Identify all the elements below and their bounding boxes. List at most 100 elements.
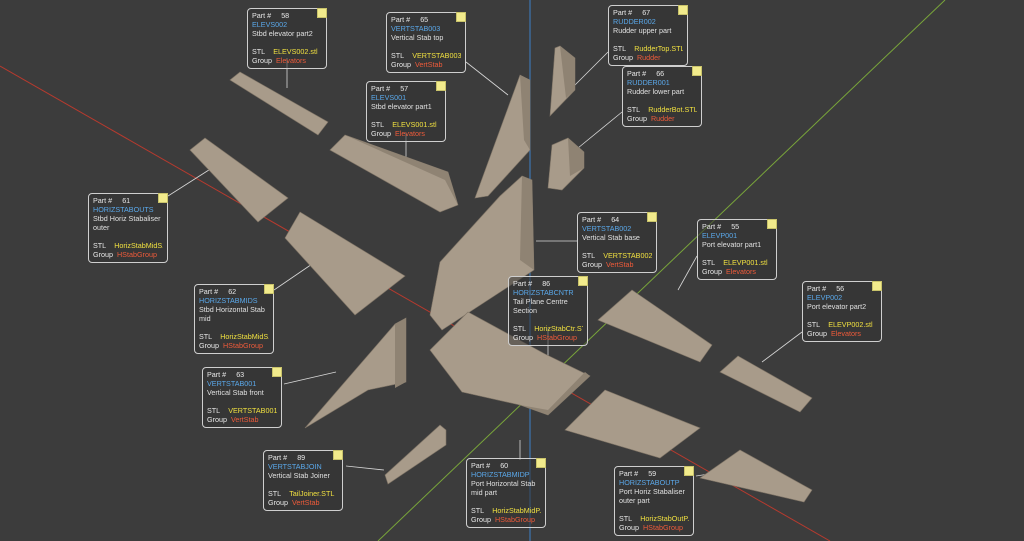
group-name: HStabGroup xyxy=(494,515,535,524)
note-icon[interactable] xyxy=(684,466,694,476)
note-icon[interactable] xyxy=(872,281,882,291)
part-vertstabjoin[interactable] xyxy=(384,424,447,485)
part-vertstab002-shade xyxy=(520,176,534,270)
part-label-64[interactable]: Part # 64 VERTSTAB002 Vertical Stab base STL… xyxy=(577,212,657,273)
part-number: 89 xyxy=(297,453,306,462)
part-name: RUDDER001 xyxy=(627,78,670,87)
part-name: VERTSTAB002 xyxy=(582,224,632,233)
part-number-field-label: Part # xyxy=(627,69,647,78)
stl-field-label: STL xyxy=(199,332,213,341)
part-name: VERTSTABJOIN xyxy=(268,462,322,471)
part-label-56[interactable]: Part # 56 ELEVP002 Port elevator part2 STL EL… xyxy=(802,281,882,342)
part-horizstabouts[interactable] xyxy=(189,137,289,223)
part-number: 63 xyxy=(236,370,245,379)
part-description: Stbd Horizontal Stab mid xyxy=(199,305,265,323)
stl-filename: ELEVS002.stl xyxy=(273,47,318,56)
note-icon[interactable] xyxy=(272,367,282,377)
part-description: Rudder lower part xyxy=(627,87,685,96)
group-field-label: Group xyxy=(627,114,647,123)
part-name: ELEVS002 xyxy=(252,20,288,29)
part-label-59[interactable]: Part # 59 HORIZSTABOUTP Port Horiz Stabalis… xyxy=(614,466,694,536)
stl-filename: ELEVS001.stl xyxy=(392,120,437,129)
part-number-field-label: Part # xyxy=(93,196,113,205)
part-number-field-label: Part # xyxy=(268,453,288,462)
note-icon[interactable] xyxy=(264,284,274,294)
part-number: 64 xyxy=(611,215,620,224)
stl-filename: TailJoiner.STL xyxy=(289,489,335,498)
group-field-label: Group xyxy=(513,333,533,342)
part-label-60[interactable]: Part # 60 HORIZSTABMIDP Port Horizontal Sta… xyxy=(466,458,546,528)
stl-field-label: STL xyxy=(207,406,221,415)
part-label-67[interactable]: Part # 67 RUDDER002 Rudder upper part STL Rud… xyxy=(608,5,688,66)
part-number: 59 xyxy=(648,469,657,478)
part-description: Stbd Horiz Stabaliser outer xyxy=(93,214,161,232)
part-label-58[interactable]: Part # 58 ELEVS002 Stbd elevator part2 STL EL… xyxy=(247,8,327,69)
part-label-61[interactable]: Part # 61 HORIZSTABOUTS Stbd Horiz Stabalis… xyxy=(88,193,168,263)
stl-filename: HorizStabMidS.stl xyxy=(220,332,269,341)
part-vertstab001-shade xyxy=(395,318,406,388)
part-number-field-label: Part # xyxy=(582,215,602,224)
part-number-field-label: Part # xyxy=(619,469,639,478)
part-number: 86 xyxy=(542,279,551,288)
part-name: HORIZSTABMIDS xyxy=(199,296,258,305)
group-name: Elevators xyxy=(275,56,306,65)
group-field-label: Group xyxy=(268,498,288,507)
part-label-57[interactable]: Part # 57 ELEVS001 Stbd elevator part1 STL EL… xyxy=(366,81,446,142)
note-icon[interactable] xyxy=(436,81,446,91)
part-label-55[interactable]: Part # 55 ELEVP001 Port elevator part1 STL EL… xyxy=(697,219,777,280)
part-number-field-label: Part # xyxy=(471,461,491,470)
stl-filename: HorizStabMidP.stl xyxy=(492,506,541,515)
part-horizstaboutp[interactable] xyxy=(699,449,813,503)
part-elevp001[interactable] xyxy=(597,289,713,363)
part-horizstabmids[interactable] xyxy=(284,211,406,316)
3d-viewport[interactable]: Part # 58 ELEVS002 Stbd elevator part2 STL EL… xyxy=(0,0,1024,541)
note-icon[interactable] xyxy=(692,66,702,76)
part-number-field-label: Part # xyxy=(702,222,722,231)
stl-filename: HorizStabOutP.stl xyxy=(640,514,689,523)
part-number-field-label: Part # xyxy=(252,11,272,20)
group-name: HStabGroup xyxy=(536,333,577,342)
note-icon[interactable] xyxy=(647,212,657,222)
part-description: Stbd elevator part2 xyxy=(252,29,313,38)
part-label-62[interactable]: Part # 62 HORIZSTABMIDS Stbd Horizontal Sta… xyxy=(194,284,274,354)
part-number-field-label: Part # xyxy=(199,287,219,296)
part-number-field-label: Part # xyxy=(371,84,391,93)
note-icon[interactable] xyxy=(333,450,343,460)
group-field-label: Group xyxy=(613,53,633,62)
part-description: Tail Plane Centre Section xyxy=(513,297,568,315)
part-horizstabmidp[interactable] xyxy=(564,389,701,459)
group-name: Elevators xyxy=(394,129,425,138)
part-label-86[interactable]: Part # 86 HORIZSTABCNTR Tail Plane Centre S… xyxy=(508,276,588,346)
part-number: 62 xyxy=(228,287,237,296)
note-icon[interactable] xyxy=(578,276,588,286)
group-field-label: Group xyxy=(807,329,827,338)
part-label-65[interactable]: Part # 65 VERTSTAB003 Vertical Stab top STL V… xyxy=(386,12,466,73)
part-label-66[interactable]: Part # 66 RUDDER001 Rudder lower part STL Rud… xyxy=(622,66,702,127)
note-icon[interactable] xyxy=(317,8,327,18)
stl-field-label: STL xyxy=(807,320,821,329)
part-name: ELEVS001 xyxy=(371,93,407,102)
note-icon[interactable] xyxy=(678,5,688,15)
part-elevp002[interactable] xyxy=(719,355,813,413)
part-number: 56 xyxy=(836,284,845,293)
part-elevs002[interactable] xyxy=(229,71,329,136)
part-label-63[interactable]: Part # 63 VERTSTAB001 Vertical Stab front ST… xyxy=(202,367,282,428)
part-number-field-label: Part # xyxy=(207,370,227,379)
stl-filename: VERTSTAB003.STL xyxy=(412,51,461,60)
part-label-89[interactable]: Part # 89 VERTSTABJOIN Vertical Stab Joiner… xyxy=(263,450,343,511)
part-vertstab001[interactable] xyxy=(304,317,407,429)
group-name: HStabGroup xyxy=(642,523,683,532)
part-description: Port Horizontal Stab mid part xyxy=(471,479,536,497)
note-icon[interactable] xyxy=(158,193,168,203)
note-icon[interactable] xyxy=(536,458,546,468)
note-icon[interactable] xyxy=(767,219,777,229)
note-icon[interactable] xyxy=(456,12,466,22)
part-description: Vertical Stab Joiner xyxy=(268,471,330,480)
